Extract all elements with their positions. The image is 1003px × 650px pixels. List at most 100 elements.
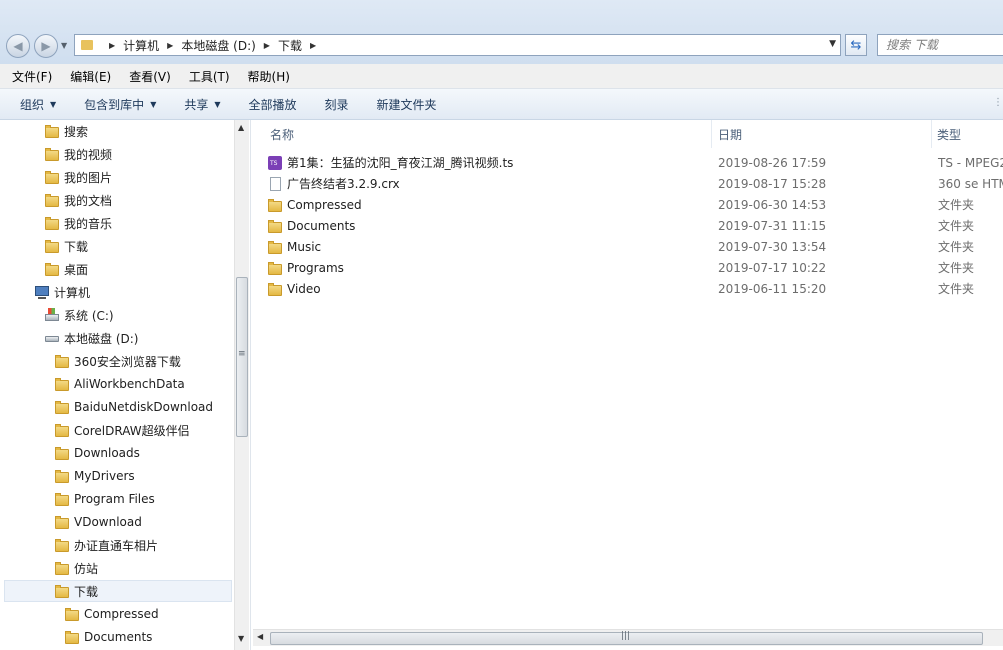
navigation-pane: 搜索 我的视频 我的图片 我的文档 我的音乐 下载 桌面 计算机 系统 (C:)… <box>0 120 249 650</box>
address-area: ◀ ▶ ▼ ▶ 计算机 ▶ 本地磁盘 (D:) ▶ 下载 ▶ ▼ ⇆ 搜索 下载 <box>0 0 1003 64</box>
tree-item-folder[interactable]: Compressed <box>64 603 159 625</box>
tree-item-folder[interactable]: BaiduNetdiskDownload <box>54 396 213 418</box>
tree-item-my-documents[interactable]: 我的文档 <box>44 189 112 211</box>
folder-icon <box>54 491 70 507</box>
nav-pane-scrollbar[interactable]: ▲ ≡ ▼ <box>234 120 249 650</box>
file-type: 文件夹 <box>938 282 975 296</box>
tree-item-my-videos[interactable]: 我的视频 <box>44 143 112 165</box>
tree-item-downloads[interactable]: 下载 <box>44 235 88 257</box>
tree-item-system-c[interactable]: 系统 (C:) <box>44 304 114 326</box>
tree-item-folder[interactable]: CorelDRAW超级伴侣 <box>54 419 190 441</box>
tree-item-label: 下载 <box>74 584 99 599</box>
share-button[interactable]: 共享 ▼ <box>184 96 220 113</box>
scroll-up-icon[interactable]: ▲ <box>238 123 244 132</box>
menu-help[interactable]: 帮助(H) <box>242 68 296 85</box>
tree-item-folder[interactable]: VDownload <box>54 511 142 533</box>
tree-item-search[interactable]: 搜索 <box>44 120 88 142</box>
address-history-dropdown[interactable]: ▼ <box>829 39 836 49</box>
refresh-button[interactable]: ⇆ <box>845 34 867 56</box>
tree-item-folder[interactable]: 办证直通车相片 <box>54 534 158 556</box>
tree-item-label: MyDrivers <box>74 469 135 483</box>
tree-item-my-music[interactable]: 我的音乐 <box>44 212 112 234</box>
scroll-down-icon[interactable]: ▼ <box>238 634 244 643</box>
folder-icon <box>64 606 80 622</box>
tree-item-folder[interactable]: 仿站 <box>54 557 98 579</box>
command-toolbar: 组织 ▼ 包含到库中 ▼ 共享 ▼ 全部播放 刻录 新建文件夹 ⋮ <box>0 89 1003 120</box>
organize-label: 组织 <box>20 97 45 112</box>
recent-pages-dropdown[interactable]: ▼ <box>61 41 70 50</box>
tree-item-folder[interactable]: 360安全浏览器下载 <box>54 350 181 372</box>
new-folder-button[interactable]: 新建文件夹 <box>377 96 437 113</box>
scroll-left-icon[interactable]: ◀ <box>257 632 263 641</box>
menu-view[interactable]: 查看(V) <box>123 68 177 85</box>
file-name: 广告终结者3.2.9.crx <box>287 177 400 191</box>
tree-item-label: CorelDRAW超级伴侣 <box>74 423 190 438</box>
tree-item-local-disk-d[interactable]: 本地磁盘 (D:) <box>44 327 138 349</box>
chevron-right-icon[interactable]: ▶ <box>310 41 316 50</box>
include-in-library-button[interactable]: 包含到库中 ▼ <box>84 96 156 113</box>
file-row[interactable]: Compressed 2019-06-30 14:53 文件夹 <box>267 194 1003 215</box>
share-label: 共享 <box>184 97 209 112</box>
breadcrumb-downloads[interactable]: 下载 <box>278 37 302 54</box>
column-header-type[interactable]: 类型 <box>937 124 961 146</box>
videos-folder-icon <box>44 146 60 162</box>
chevron-down-icon: ▼ <box>50 99 57 109</box>
file-list-horizontal-scrollbar[interactable]: ◀ ||| <box>253 629 1003 646</box>
tree-item-label: 我的音乐 <box>64 216 113 231</box>
folder-icon <box>54 422 70 438</box>
chevron-right-icon[interactable]: ▶ <box>109 41 115 50</box>
organize-button[interactable]: 组织 ▼ <box>20 96 56 113</box>
tree-item-folder[interactable]: Program Files <box>54 488 155 510</box>
video-file-icon <box>267 155 283 171</box>
tree-item-label: 下载 <box>64 239 89 254</box>
file-row[interactable]: Video 2019-06-11 15:20 文件夹 <box>267 278 1003 299</box>
tree-item-computer[interactable]: 计算机 <box>34 281 90 303</box>
file-type: 文件夹 <box>938 261 975 275</box>
column-separator[interactable] <box>931 120 932 148</box>
folder-icon <box>267 281 283 297</box>
file-row[interactable]: Music 2019-07-30 13:54 文件夹 <box>267 236 1003 257</box>
file-row[interactable]: Programs 2019-07-17 10:22 文件夹 <box>267 257 1003 278</box>
tree-item-my-pictures[interactable]: 我的图片 <box>44 166 112 188</box>
search-input[interactable]: 搜索 下载 <box>877 34 1003 56</box>
folder-icon <box>267 218 283 234</box>
folder-icon <box>54 376 70 392</box>
file-name: Documents <box>287 218 356 233</box>
downloads-folder-icon <box>44 238 60 254</box>
play-all-button[interactable]: 全部播放 <box>249 96 297 113</box>
chevron-down-icon: ▼ <box>150 99 157 109</box>
burn-button[interactable]: 刻录 <box>325 96 349 113</box>
menu-tools[interactable]: 工具(T) <box>183 68 236 85</box>
tree-item-label: 我的文档 <box>64 193 113 208</box>
address-bar[interactable]: ▶ 计算机 ▶ 本地磁盘 (D:) ▶ 下载 ▶ ▼ <box>74 34 841 56</box>
breadcrumb-local-disk[interactable]: 本地磁盘 (D:) <box>181 37 255 54</box>
file-list-pane: 名称 日期 类型 第1集：生猛的沈阳_育夜江湖_腾讯视频.ts 2019-08-… <box>251 120 1003 650</box>
tree-item-label: 我的图片 <box>64 170 113 185</box>
forward-button[interactable]: ▶ <box>34 34 58 58</box>
tree-item-folder[interactable]: AliWorkbenchData <box>54 373 185 395</box>
file-date: 2019-08-26 17:59 <box>718 155 827 170</box>
folder-icon <box>54 537 70 553</box>
column-separator[interactable] <box>711 120 712 148</box>
tree-item-desktop[interactable]: 桌面 <box>44 258 88 280</box>
search-folder-icon <box>44 123 60 139</box>
file-row[interactable]: 广告终结者3.2.9.crx 2019-08-17 15:28 360 se H… <box>267 173 1003 194</box>
chevron-right-icon[interactable]: ▶ <box>264 41 270 50</box>
folder-icon <box>54 353 70 369</box>
tree-item-label: BaiduNetdiskDownload <box>74 400 214 414</box>
menu-edit[interactable]: 编辑(E) <box>64 68 117 85</box>
tree-item-label: 计算机 <box>54 285 91 300</box>
tree-item-folder[interactable]: MyDrivers <box>54 465 135 487</box>
column-header-date[interactable]: 日期 <box>718 124 742 146</box>
back-button[interactable]: ◀ <box>6 34 30 58</box>
menu-file[interactable]: 文件(F) <box>6 68 58 85</box>
file-row[interactable]: 第1集：生猛的沈阳_育夜江湖_腾讯视频.ts 2019-08-26 17:59 … <box>267 152 1003 173</box>
file-icon <box>267 176 283 192</box>
column-header-name[interactable]: 名称 <box>270 124 294 146</box>
tree-item-folder[interactable]: Documents <box>64 626 152 648</box>
tree-item-folder[interactable]: Downloads <box>54 442 140 464</box>
file-row[interactable]: Documents 2019-07-31 11:15 文件夹 <box>267 215 1003 236</box>
chevron-right-icon[interactable]: ▶ <box>167 41 173 50</box>
tree-item-downloads-selected[interactable]: 下载 <box>4 580 232 602</box>
breadcrumb-computer[interactable]: 计算机 <box>123 37 159 54</box>
